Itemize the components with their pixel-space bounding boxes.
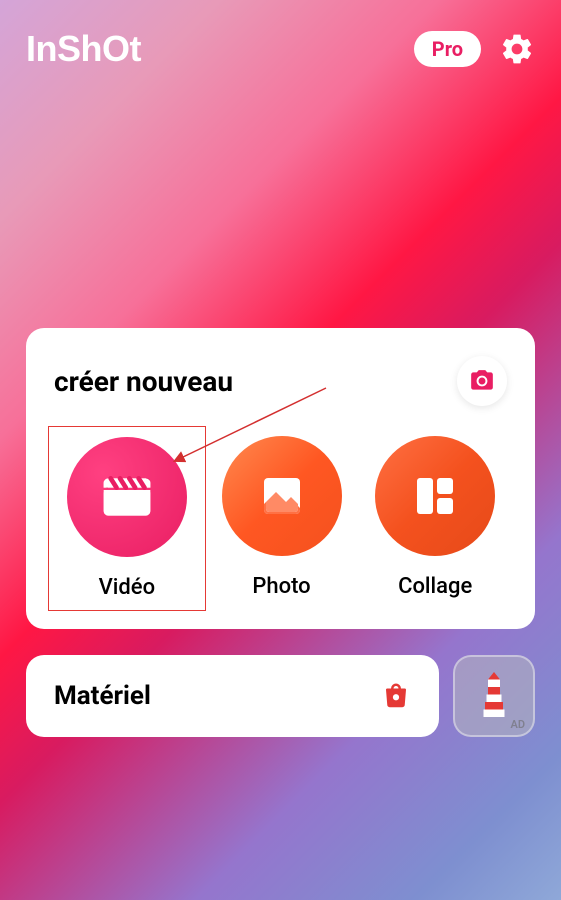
app-header: InShOt Pro [0,0,561,98]
camera-button[interactable] [457,356,507,406]
create-new-card: créer nouveau Vidéo [26,328,535,629]
material-row: Matériel AD [26,655,535,737]
video-circle [67,437,187,557]
app-logo: InShOt [26,28,141,70]
lighthouse-icon [476,672,512,720]
video-option[interactable]: Vidéo [48,426,206,611]
pro-button[interactable]: Pro [414,31,481,67]
ad-label: AD [510,718,525,731]
ad-button[interactable]: AD [453,655,535,737]
create-card-header: créer nouveau [54,356,507,406]
material-title: Matériel [54,681,151,711]
photo-circle [222,436,342,556]
create-title: créer nouveau [54,365,233,398]
image-icon [258,472,306,520]
settings-button[interactable] [499,31,535,67]
clapperboard-icon [99,469,155,525]
photo-option[interactable]: Photo [210,436,354,601]
collage-circle [375,436,495,556]
header-actions: Pro [414,31,535,67]
video-label: Vidéo [99,575,155,600]
gear-icon [499,31,535,67]
collage-label: Collage [398,574,472,599]
create-options: Vidéo Photo Colla [54,436,507,601]
photo-label: Photo [252,574,310,599]
collage-option[interactable]: Collage [363,436,507,601]
grid-icon [411,472,459,520]
camera-icon [469,368,495,394]
material-button[interactable]: Matériel [26,655,439,737]
shopping-bag-icon [381,681,411,711]
